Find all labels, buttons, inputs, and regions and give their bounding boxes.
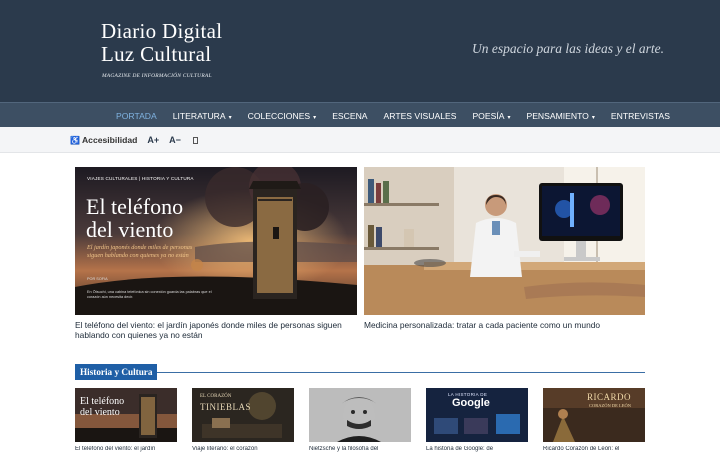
chevron-down-icon: ▾ xyxy=(228,114,232,121)
site-tagline: Un espacio para las ideas y el arte. xyxy=(472,41,664,56)
nav-item-colecciones[interactable]: COLECCIONES ▾ xyxy=(240,111,325,121)
thumb-caption-5[interactable]: Ricardo Corazón de León: el xyxy=(543,446,645,452)
site-header: Diario Digital Luz Cultural MAGAZINE DE … xyxy=(0,0,720,102)
featured-image-title-2: del viento xyxy=(86,217,174,242)
font-decrease-button[interactable]: A− xyxy=(169,135,181,145)
featured-kicker: VIAJES CULTURALES | HISTORIA Y CULTURA xyxy=(87,176,194,181)
article-thumbnail-2[interactable]: EL CORAZÓN TINIEBLAS xyxy=(192,388,294,442)
featured-article-title-2[interactable]: Medicina personalizada: tratar a cada pa… xyxy=(364,320,645,330)
nav-item-escena[interactable]: ESCENA xyxy=(324,111,375,121)
nav-item-poesía[interactable]: POESÍA ▾ xyxy=(464,111,518,121)
article-thumbnail-1[interactable]: El teléfono del viento xyxy=(75,388,177,442)
thumb-title-2a: EL CORAZÓN xyxy=(200,394,232,399)
main-nav: PORTADA LITERATURA ▾ COLECCIONES ▾ ESCENA ARTE… xyxy=(0,102,720,127)
thumb-caption-2[interactable]: Viaje literario: el corazón xyxy=(192,446,294,452)
thumb-caption-1[interactable]: El teléfono del viento: el jardín xyxy=(75,446,177,452)
site-logo-line2[interactable]: Luz Cultural xyxy=(101,43,211,65)
thumb-title-2b: TINIEBLAS xyxy=(200,402,251,412)
nav-item-label: LITERATURA xyxy=(172,110,226,121)
thumb-caption-4[interactable]: La historia de Google: de xyxy=(426,446,528,452)
thumb-title-1b: del viento xyxy=(80,407,120,418)
accessibility-bar: ♿ Accesibilidad A+ A− xyxy=(0,127,720,153)
thumb-title-5a: RICARDO xyxy=(587,392,632,402)
featured-article-image-2[interactable] xyxy=(364,167,645,315)
section-header: Historia y Cultura xyxy=(75,364,645,380)
featured-blurb: En Ōtsuchi, una cabina telefónica sin co… xyxy=(87,290,212,299)
nav-item-portada[interactable]: PORTADA xyxy=(108,111,165,121)
article-thumbnail-3[interactable] xyxy=(309,388,411,442)
featured-article-title-1[interactable]: El teléfono del viento: el jardín japoné… xyxy=(75,320,360,340)
nav-item-entrevistas[interactable]: ENTREVISTAS xyxy=(603,111,678,121)
nav-menu: PORTADA LITERATURA ▾ COLECCIONES ▾ ESCENA ARTE… xyxy=(108,103,678,128)
thumb-caption-3[interactable]: Nietzsche y la filosofía del xyxy=(309,446,411,452)
nav-item-label: ENTREVISTAS xyxy=(610,110,670,121)
nav-item-label: ARTES VISUALES xyxy=(383,110,457,121)
chevron-down-icon: ▾ xyxy=(313,114,317,121)
featured-article-image-1[interactable]: VIAJES CULTURALES | HISTORIA Y CULTURA E… xyxy=(75,167,357,315)
nav-item-artes-visuales[interactable]: ARTES VISUALES xyxy=(376,111,465,121)
site-logo-line1[interactable]: Diario Digital xyxy=(101,20,222,42)
nav-item-literatura[interactable]: LITERATURA ▾ xyxy=(165,111,240,121)
accessibility-label[interactable]: Accesibilidad xyxy=(82,135,137,145)
featured-image-title-1: El teléfono xyxy=(86,194,184,219)
article-thumbnail-5[interactable]: RICARDO CORAZÓN DE LEÓN xyxy=(543,388,645,442)
thumb-title-1a: El teléfono xyxy=(80,396,125,407)
nav-item-label: PORTADA xyxy=(116,110,157,121)
site-subtitle: MAGAZINE DE INFORMACIÓN CULTURAL xyxy=(102,73,212,79)
nav-item-label: PENSAMIENTO xyxy=(526,110,589,121)
featured-image-subtitle: El jardín japonés donde miles de persona… xyxy=(87,244,193,259)
contrast-toggle-icon[interactable] xyxy=(192,136,198,144)
nav-item-pensamiento[interactable]: PENSAMIENTO ▾ xyxy=(518,111,602,121)
nav-item-label: POESÍA xyxy=(472,110,505,121)
section-title[interactable]: Historia y Cultura xyxy=(75,364,158,380)
chevron-down-icon: ▾ xyxy=(591,114,595,121)
nav-item-label: ESCENA xyxy=(332,110,368,121)
chevron-down-icon: ▾ xyxy=(507,114,511,121)
featured-byline: POR SOFIA xyxy=(87,277,108,281)
thumb-title-5b: CORAZÓN DE LEÓN xyxy=(589,403,631,408)
section-divider xyxy=(75,372,645,373)
article-thumbnail-4[interactable]: LA HISTORIA DE Google xyxy=(426,388,528,442)
wheelchair-icon: ♿ xyxy=(70,135,80,145)
nav-item-label: COLECCIONES xyxy=(247,110,311,121)
font-increase-button[interactable]: A+ xyxy=(147,135,159,145)
thumb-title-4b: Google xyxy=(452,397,490,409)
